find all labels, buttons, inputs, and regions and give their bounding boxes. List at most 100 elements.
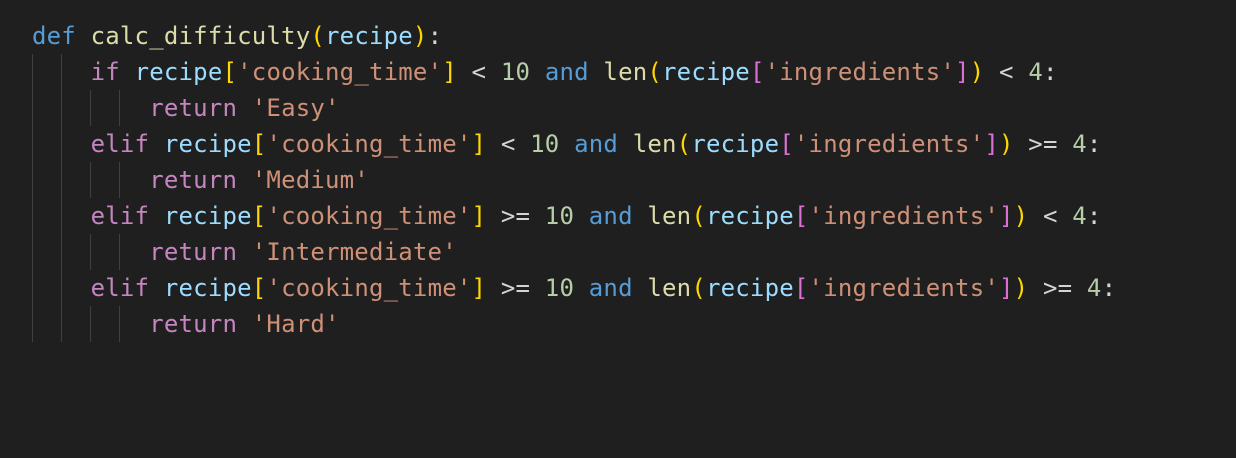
code-token: 'cooking_time' — [266, 274, 472, 302]
code-token: def — [32, 22, 76, 50]
code-token: and — [588, 202, 633, 230]
code-token: >= — [486, 274, 545, 302]
code-token: elif — [90, 202, 150, 230]
code-token: recipe — [163, 130, 252, 158]
code-token: 'Easy' — [251, 94, 340, 122]
code-token: 'Medium' — [251, 166, 369, 194]
code-line[interactable]: return 'Intermediate' — [32, 234, 1116, 270]
code-token: [ — [251, 274, 267, 302]
code-line[interactable]: elif recipe [ 'cooking_time'] < 10 and len… — [32, 126, 1116, 162]
code-token: ) — [999, 130, 1014, 158]
code-token: >= — [486, 202, 545, 230]
code-token: : — [1101, 274, 1117, 302]
code-token: return — [149, 166, 238, 194]
code-token: elif — [90, 130, 150, 158]
code-token: [ — [222, 58, 238, 86]
code-token: 'Intermediate' — [251, 238, 457, 266]
code-token: < — [984, 58, 1029, 86]
code-token: return — [149, 310, 238, 338]
indent-guide — [32, 54, 33, 90]
code-editor[interactable]: def calc_difficulty(recipe): if recipe['… — [0, 0, 1236, 458]
code-token: [ — [793, 274, 809, 302]
indent-guide — [61, 126, 62, 162]
code-line[interactable]: return 'Easy' — [32, 90, 1116, 126]
code-token: recipe — [705, 202, 794, 230]
code-token: [ — [779, 130, 794, 158]
indent-guide — [119, 162, 120, 198]
code-token: ) — [412, 22, 428, 50]
code-token: 10 — [530, 130, 560, 158]
indent-guide — [32, 306, 33, 342]
code-block[interactable]: def calc_difficulty(recipe): if recipe['… — [32, 18, 1116, 342]
code-token: recipe — [134, 58, 223, 86]
code-token: 'ingredients' — [764, 58, 956, 86]
indent-guide — [32, 198, 33, 234]
code-line[interactable]: return 'Hard' — [32, 306, 1116, 342]
code-token: elif — [90, 274, 150, 302]
indent-guide — [32, 90, 33, 126]
indent-guide — [61, 234, 62, 270]
code-token: return — [149, 94, 238, 122]
code-line[interactable]: elif recipe['cooking_time'] >= 10 and le… — [32, 198, 1116, 234]
indent-guide — [119, 306, 120, 342]
code-token: : — [1086, 130, 1102, 158]
code-token: [ — [793, 202, 809, 230]
code-token: ] — [999, 202, 1014, 230]
code-line[interactable]: if recipe['cooking_time'] < 10 and len(r… — [32, 54, 1116, 90]
code-token: 4 — [1072, 130, 1087, 158]
code-token: 'cooking_time' — [237, 58, 443, 86]
code-token: 'ingredients' — [808, 202, 999, 230]
indent-guide — [32, 234, 33, 270]
code-token: ( — [691, 274, 706, 302]
code-token: ] — [984, 130, 999, 158]
code-token: : — [427, 22, 443, 50]
code-token: recipe — [325, 22, 413, 50]
indent-guide — [32, 162, 33, 198]
indent-guide — [32, 270, 33, 306]
indent-guide — [90, 162, 91, 198]
code-token: and — [544, 58, 589, 86]
code-token: [ — [251, 202, 267, 230]
code-token: ( — [676, 130, 692, 158]
code-token: ( — [310, 22, 326, 50]
code-token: 10 — [544, 202, 575, 230]
code-token: ( — [647, 58, 663, 86]
indent-guide — [90, 306, 91, 342]
code-token: ) — [1013, 202, 1029, 230]
code-token: len — [647, 202, 692, 230]
indent-guide — [61, 270, 62, 306]
indent-guide — [61, 306, 62, 342]
code-token: 4 — [1072, 202, 1087, 230]
code-line[interactable]: return 'Medium' — [32, 162, 1116, 198]
code-token: ] — [471, 202, 487, 230]
code-token: < — [456, 58, 501, 86]
code-token: ( — [691, 202, 706, 230]
code-token: [ — [749, 58, 765, 86]
code-token: recipe — [662, 58, 750, 86]
code-token: 'cooking_time' — [266, 130, 472, 158]
code-line[interactable]: elif recipe['cooking_time'] >= 10 and le… — [32, 270, 1116, 306]
code-token: < — [486, 130, 531, 158]
code-token: : — [1086, 202, 1102, 230]
code-token: if — [90, 58, 120, 86]
indent-guide — [119, 234, 120, 270]
code-token: 4 — [1028, 58, 1043, 86]
code-token: ) — [1013, 274, 1029, 302]
code-token: and — [574, 130, 619, 158]
code-token: recipe — [705, 274, 794, 302]
code-line[interactable]: def calc_difficulty(recipe): — [32, 18, 1116, 54]
code-token: len — [632, 130, 677, 158]
